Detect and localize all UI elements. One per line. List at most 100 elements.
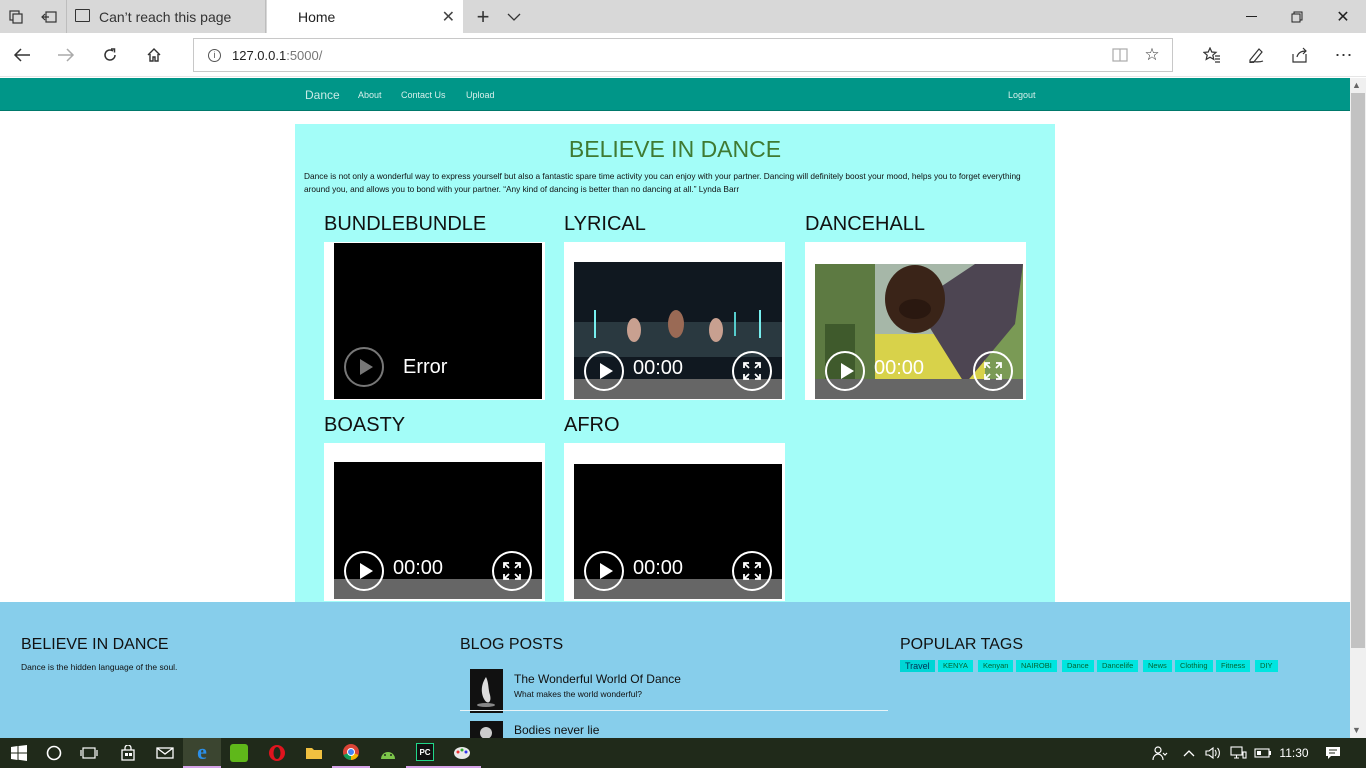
windows-start-icon[interactable] [0,738,38,768]
network-icon[interactable] [1227,738,1249,768]
store-icon[interactable] [109,738,147,768]
play-button[interactable] [344,347,384,387]
video-label-afro: AFRO [564,414,620,436]
scroll-down-icon[interactable]: ▼ [1352,725,1361,735]
clock-time[interactable]: 11:30 [1277,738,1311,768]
close-tab-icon[interactable]: ✕ [442,7,455,27]
edge-browser-icon[interactable]: e [183,738,221,768]
video-player[interactable]: 00:00 [574,262,782,399]
minimize-icon[interactable] [1228,0,1274,33]
tag-news[interactable]: News [1143,660,1172,672]
share-icon[interactable] [1278,33,1322,77]
pycharm-icon[interactable]: PC [406,738,444,768]
fullscreen-icon[interactable] [492,551,532,591]
scrollbar-thumb[interactable] [1351,93,1365,648]
video-time: 00:00 [393,557,444,579]
video-time: 00:00 [633,557,684,579]
video-controls: 00:00 [815,351,1023,399]
video-label-lyrical: LYRICAL [564,213,646,235]
more-menu-icon[interactable]: ⋯ [1322,33,1366,77]
fullscreen-icon[interactable] [732,351,772,391]
tag-dancelife[interactable]: Dancelife [1097,660,1139,672]
reading-view-icon[interactable] [1106,41,1134,69]
tray-chevron-up-icon[interactable] [1180,738,1198,768]
video-controls: 00:00 [574,351,782,399]
scroll-up-icon[interactable]: ▲ [1352,80,1361,90]
page-icon [75,9,90,22]
task-view-icon[interactable] [70,738,108,768]
popular-tags-title: POPULAR TAGS [900,636,1023,653]
music-app-icon[interactable] [220,738,258,768]
post-title[interactable]: The Wonderful World Of Dance [514,672,681,686]
tag-fitness[interactable]: Fitness [1216,660,1251,672]
fullscreen-icon[interactable] [973,351,1013,391]
tabs-aside-icon[interactable] [0,0,32,33]
tag-diy[interactable]: DIY [1255,660,1278,672]
url-port-path: :5000/ [286,47,323,63]
nav-link-contact[interactable]: Contact Us [401,78,446,111]
logout-link[interactable]: Logout [1008,78,1036,111]
chevron-down-icon[interactable] [498,0,530,33]
battery-icon[interactable] [1252,738,1274,768]
info-icon[interactable]: i [208,49,221,62]
tag-clothing[interactable]: Clothing [1175,660,1213,672]
favorite-star-icon[interactable]: ☆ [1138,41,1166,69]
video-player[interactable]: 00:00 [815,264,1023,399]
video-player[interactable]: 00:00 [334,462,542,599]
video-label-boasty: BOASTY [324,414,406,436]
video-time: 00:00 [633,357,684,379]
nav-link-about[interactable]: About [358,78,382,111]
tag-travel[interactable]: Travel [900,660,935,672]
close-window-icon[interactable]: ✕ [1320,0,1366,33]
post-subtitle: What makes the world wonderful? [514,689,643,699]
home-icon[interactable] [132,33,176,77]
new-tab-icon[interactable]: + [467,0,499,33]
nav-link-upload[interactable]: Upload [466,78,495,111]
video-player[interactable]: Error [334,243,542,399]
paint-icon[interactable] [443,738,481,768]
restore-icon[interactable] [1274,0,1320,33]
post-thumbnail[interactable] [470,721,503,738]
tab-title: Home [298,8,336,25]
footer-about-title: BELIEVE IN DANCE [21,636,169,653]
chrome-icon[interactable] [332,738,370,768]
address-bar[interactable]: i 127.0.0.1:5000/ [193,38,1173,72]
opera-icon[interactable] [258,738,296,768]
pen-note-icon[interactable] [1234,33,1278,77]
post-thumbnail[interactable] [470,669,503,713]
video-controls: 00:00 [334,551,542,599]
restore-tabs-icon[interactable] [33,0,65,33]
tag-dance[interactable]: Dance [1062,660,1094,672]
action-center-icon[interactable] [1320,738,1346,768]
video-player[interactable]: 00:00 [574,464,782,599]
tag-nairobi[interactable]: NAIROBI [1016,660,1057,672]
fullscreen-icon[interactable] [732,551,772,591]
forward-arrow-icon[interactable] [44,33,88,77]
back-arrow-icon[interactable] [0,33,44,77]
brand-link[interactable]: Dance [305,78,340,111]
video-card: 00:00 [324,443,545,601]
play-button[interactable] [344,551,384,591]
refresh-icon[interactable] [88,33,132,77]
mail-icon[interactable] [146,738,184,768]
tag-kenya[interactable]: KENYA [938,660,973,672]
play-button[interactable] [584,351,624,391]
video-card: 00:00 [564,443,785,601]
favorites-hub-icon[interactable] [1190,33,1234,77]
volume-icon[interactable] [1203,738,1223,768]
play-button[interactable] [584,551,624,591]
intro-paragraph: Dance is not only a wonderful way to exp… [304,171,1021,194]
page-title: BELIEVE IN DANCE [568,136,782,162]
play-button[interactable] [825,351,865,391]
video-card: 00:00 [564,242,785,400]
file-explorer-icon[interactable] [295,738,333,768]
tab-home[interactable]: Home ✕ [267,0,463,33]
android-studio-icon[interactable] [369,738,407,768]
video-time: 00:00 [874,357,925,379]
tab-cant-reach[interactable]: Can’t reach this page [66,0,266,33]
video-label-dancehall: DANCEHALL [805,213,926,235]
tag-kenyan[interactable]: Kenyan [978,660,1014,672]
people-icon[interactable] [1148,738,1172,768]
cortana-search-icon[interactable] [35,738,73,768]
post-title[interactable]: Bodies never lie [514,723,599,737]
